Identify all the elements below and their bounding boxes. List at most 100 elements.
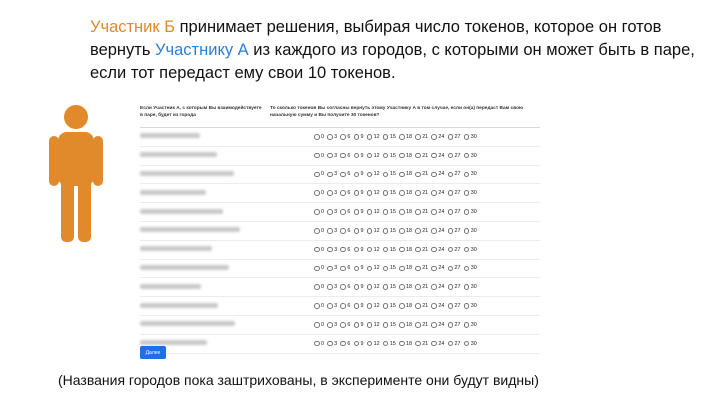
radio-option[interactable]: 30 xyxy=(463,247,477,253)
radio-option[interactable]: 3 xyxy=(327,265,337,271)
radio-button[interactable] xyxy=(314,190,320,197)
radio-option[interactable]: 18 xyxy=(399,284,412,290)
radio-option[interactable]: 24 xyxy=(431,322,444,328)
radio-button[interactable] xyxy=(463,134,470,140)
radio-button[interactable] xyxy=(353,152,360,159)
radio-button[interactable] xyxy=(314,152,320,159)
radio-button[interactable] xyxy=(353,134,360,140)
radio-button[interactable] xyxy=(431,134,437,140)
radio-button[interactable] xyxy=(431,152,437,159)
radio-button[interactable] xyxy=(463,171,470,178)
radio-option[interactable]: 21 xyxy=(415,209,428,215)
radio-button[interactable] xyxy=(327,322,333,328)
radio-button[interactable] xyxy=(463,322,470,328)
radio-button[interactable] xyxy=(431,209,437,215)
radio-button[interactable] xyxy=(415,190,421,197)
radio-option[interactable]: 6 xyxy=(340,228,350,234)
radio-option[interactable]: 0 xyxy=(314,303,324,309)
radio-button[interactable] xyxy=(463,284,470,291)
radio-option[interactable]: 12 xyxy=(366,303,380,309)
radio-option[interactable]: 21 xyxy=(415,303,428,309)
radio-button[interactable] xyxy=(353,303,360,309)
radio-button[interactable] xyxy=(463,265,470,272)
radio-option[interactable]: 18 xyxy=(399,228,412,234)
radio-button[interactable] xyxy=(415,265,421,272)
radio-option[interactable]: 3 xyxy=(327,134,337,140)
radio-option[interactable]: 24 xyxy=(431,265,444,271)
radio-button[interactable] xyxy=(415,284,421,291)
radio-button[interactable] xyxy=(327,209,333,215)
radio-option[interactable]: 30 xyxy=(463,284,477,291)
radio-option[interactable]: 24 xyxy=(431,171,444,177)
radio-button[interactable] xyxy=(340,246,346,253)
radio-button[interactable] xyxy=(431,228,437,234)
radio-option[interactable]: 3 xyxy=(327,303,337,309)
radio-option[interactable]: 30 xyxy=(463,265,477,272)
radio-option[interactable]: 0 xyxy=(314,322,324,328)
radio-button[interactable] xyxy=(353,228,360,234)
radio-option[interactable]: 21 xyxy=(415,190,428,196)
radio-option[interactable]: 27 xyxy=(447,190,461,196)
radio-button[interactable] xyxy=(431,340,437,347)
radio-option[interactable]: 15 xyxy=(382,303,396,309)
radio-option[interactable]: 3 xyxy=(327,228,337,234)
radio-option[interactable]: 9 xyxy=(353,134,364,140)
radio-button[interactable] xyxy=(366,322,373,328)
radio-option[interactable]: 9 xyxy=(353,322,364,328)
radio-option[interactable]: 27 xyxy=(447,171,461,178)
radio-option[interactable]: 30 xyxy=(463,303,477,309)
radio-button[interactable] xyxy=(382,340,389,347)
radio-option[interactable]: 3 xyxy=(327,171,337,177)
radio-option[interactable]: 0 xyxy=(314,228,324,234)
radio-button[interactable] xyxy=(314,340,320,347)
radio-button[interactable] xyxy=(399,152,405,159)
radio-option[interactable]: 0 xyxy=(314,153,324,159)
radio-button[interactable] xyxy=(447,303,454,309)
radio-option[interactable]: 27 xyxy=(447,134,461,140)
radio-option[interactable]: 12 xyxy=(366,284,380,290)
radio-button[interactable] xyxy=(447,171,454,178)
radio-button[interactable] xyxy=(399,340,405,347)
radio-option[interactable]: 21 xyxy=(415,247,428,253)
radio-button[interactable] xyxy=(399,284,405,291)
radio-button[interactable] xyxy=(415,303,421,309)
radio-button[interactable] xyxy=(366,246,373,253)
radio-option[interactable]: 0 xyxy=(314,284,324,290)
radio-option[interactable]: 9 xyxy=(353,190,364,196)
radio-button[interactable] xyxy=(399,228,405,234)
radio-button[interactable] xyxy=(366,171,373,178)
radio-option[interactable]: 18 xyxy=(399,265,412,271)
radio-button[interactable] xyxy=(314,228,320,234)
radio-option[interactable]: 9 xyxy=(353,209,364,215)
radio-option[interactable]: 18 xyxy=(399,134,412,140)
radio-button[interactable] xyxy=(382,284,389,291)
radio-option[interactable]: 24 xyxy=(431,153,444,159)
radio-option[interactable]: 24 xyxy=(431,247,444,253)
radio-button[interactable] xyxy=(399,209,405,215)
radio-option[interactable]: 15 xyxy=(382,340,396,347)
radio-option[interactable]: 21 xyxy=(415,284,428,290)
radio-option[interactable]: 12 xyxy=(366,171,380,178)
radio-option[interactable]: 3 xyxy=(327,190,337,196)
radio-option[interactable]: 6 xyxy=(340,322,350,328)
radio-button[interactable] xyxy=(327,303,333,309)
radio-option[interactable]: 9 xyxy=(353,265,364,271)
radio-button[interactable] xyxy=(353,340,360,347)
radio-option[interactable]: 18 xyxy=(399,190,412,196)
radio-option[interactable]: 6 xyxy=(340,171,350,177)
radio-option[interactable]: 6 xyxy=(340,341,350,347)
radio-option[interactable]: 12 xyxy=(366,228,380,234)
radio-option[interactable]: 18 xyxy=(399,247,412,253)
radio-option[interactable]: 6 xyxy=(340,284,350,290)
radio-option[interactable]: 30 xyxy=(463,190,477,196)
radio-button[interactable] xyxy=(340,322,346,328)
radio-option[interactable]: 15 xyxy=(382,247,396,253)
radio-button[interactable] xyxy=(382,134,389,140)
radio-option[interactable]: 30 xyxy=(463,341,477,347)
radio-option[interactable]: 9 xyxy=(353,340,364,347)
radio-button[interactable] xyxy=(314,134,320,140)
radio-option[interactable]: 15 xyxy=(382,171,396,177)
radio-option[interactable]: 15 xyxy=(382,134,396,140)
radio-button[interactable] xyxy=(399,171,405,178)
radio-button[interactable] xyxy=(399,246,405,253)
